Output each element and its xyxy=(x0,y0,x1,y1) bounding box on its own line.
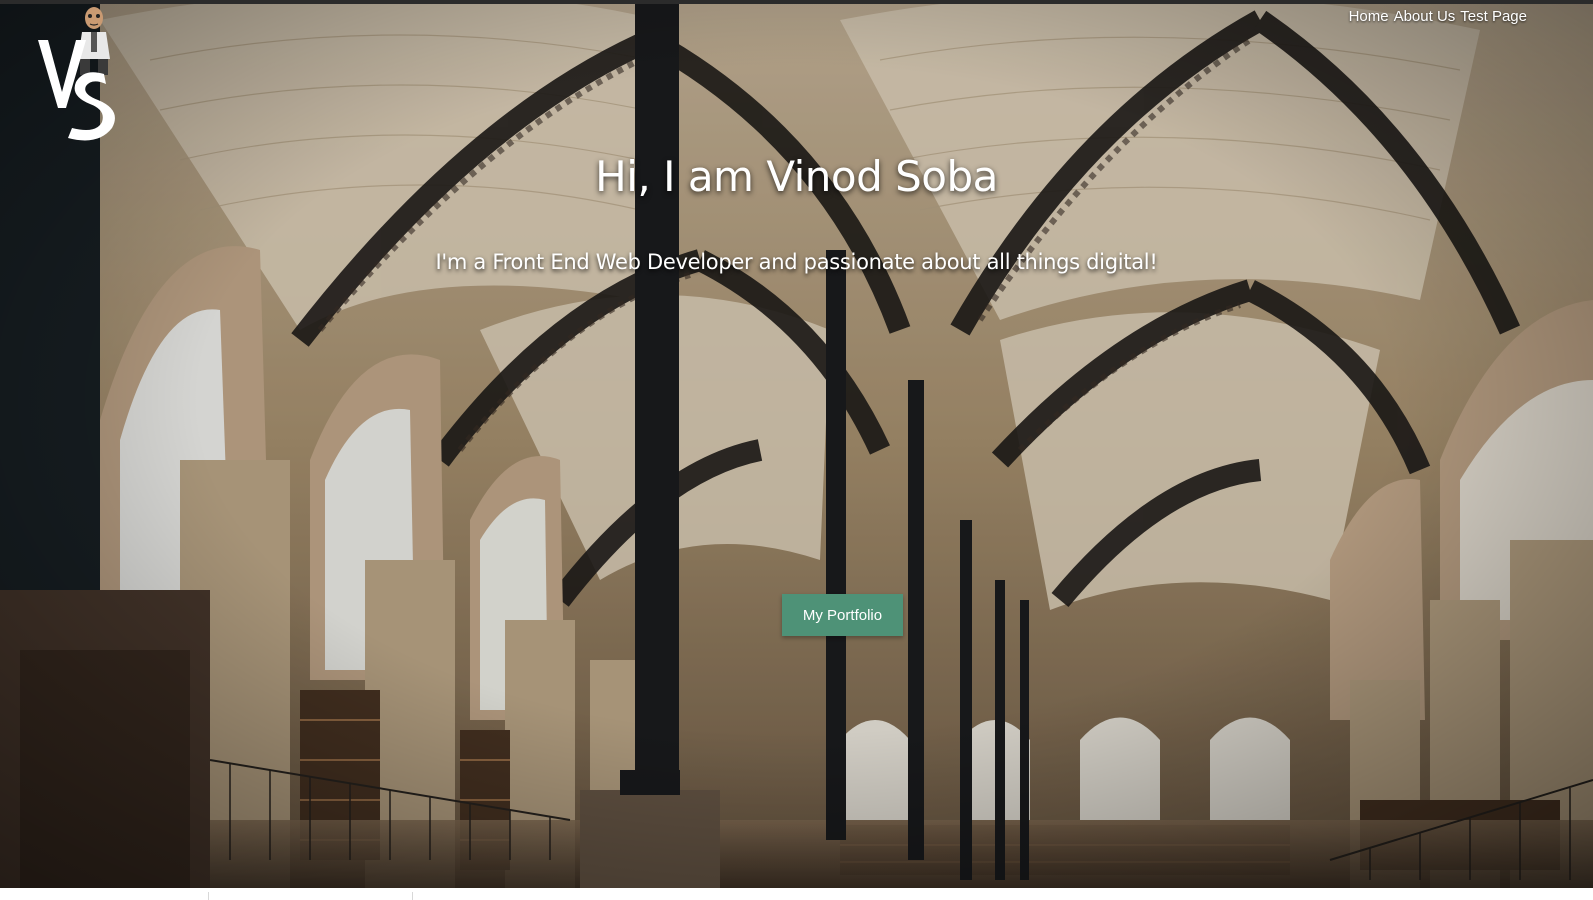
nav-about-us[interactable]: About Us xyxy=(1394,8,1456,25)
divider xyxy=(412,892,413,900)
hero-headline: Hi, I am Vinod Soba xyxy=(595,152,998,201)
site-logo[interactable]: VS xyxy=(32,4,122,144)
nav-home[interactable]: Home xyxy=(1349,8,1389,25)
my-portfolio-button[interactable]: My Portfolio xyxy=(782,594,903,636)
nav-test-page[interactable]: Test Page xyxy=(1460,8,1527,25)
main-nav: Home About Us Test Page xyxy=(1349,8,1527,25)
hero-section: VS Home About Us Test Page Hi, I am Vino… xyxy=(0,0,1593,888)
logo-text: VS xyxy=(32,4,34,5)
footer-strip xyxy=(0,888,1593,900)
top-border xyxy=(0,0,1593,4)
hero-tagline: I'm a Front End Web Developer and passio… xyxy=(435,250,1158,274)
vs-logo-icon: VS xyxy=(32,4,115,141)
hero-background-image xyxy=(0,0,1593,888)
divider xyxy=(208,892,209,900)
